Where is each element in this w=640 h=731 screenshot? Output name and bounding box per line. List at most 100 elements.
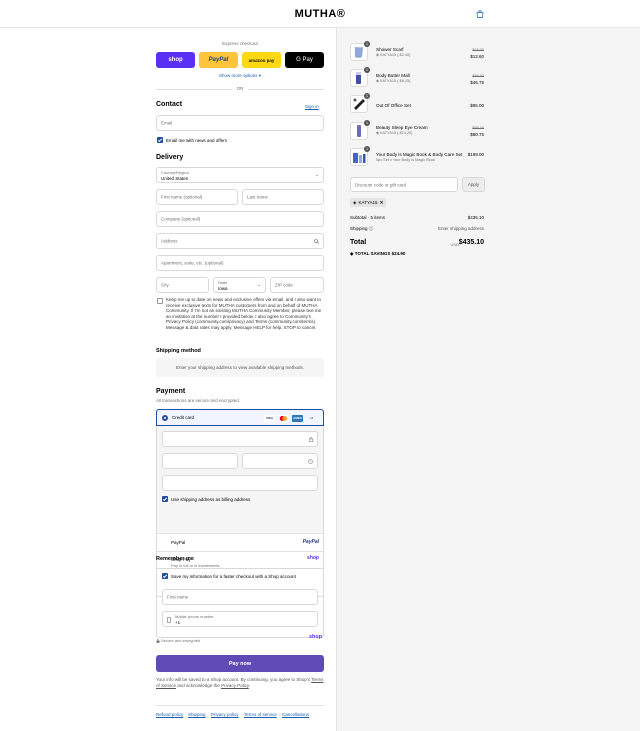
order-summary: 1 Shower Scarf ◈ KATYA15 (-$2.40) $16.00…	[336, 28, 640, 731]
shipping-method-notice: Enter your shipping address to view avai…	[156, 358, 324, 377]
more-cards-badge: +5	[309, 415, 314, 420]
original-price: $16.00	[472, 48, 484, 52]
remember-first-name-field[interactable]: First name	[162, 589, 318, 605]
paypal-logo: PayPal	[302, 539, 319, 545]
help-icon[interactable]: ?	[308, 459, 313, 464]
product-thumbnail: 1	[350, 146, 370, 166]
delivery-heading: Delivery	[156, 154, 184, 161]
product-discount: ◈ KATYA15 (-$2.40)	[376, 53, 411, 57]
credit-card-option[interactable]: Credit card VISA AMEX +5	[156, 409, 324, 426]
amazon-pay-button[interactable]: amazon pay	[242, 52, 281, 68]
shop-pay-button[interactable]: shop	[156, 52, 195, 68]
save-info-label: Save my information for a faster checkou…	[171, 573, 296, 579]
product-name: Out Of Office Set	[376, 103, 411, 108]
subtotal-value: $435.10	[467, 215, 484, 220]
product-thumbnail: 1	[350, 93, 370, 113]
header: MUTHA®	[0, 0, 640, 28]
original-price: $55.00	[472, 74, 484, 78]
original-price: $95.00	[472, 126, 484, 130]
amex-icon: AMEX	[292, 414, 303, 422]
or-divider-text: OR	[236, 86, 244, 91]
radio-selected[interactable]	[162, 415, 168, 421]
store-logo[interactable]: MUTHA®	[0, 8, 640, 20]
shop-pay-logo: shop	[307, 555, 319, 561]
divider	[156, 89, 232, 90]
sign-in-link[interactable]: Sign in	[305, 104, 319, 110]
paypal-button[interactable]: PayPal	[199, 52, 238, 68]
sms-consent-checkbox[interactable]	[157, 298, 163, 304]
product-discount: ◈ KATYA15 (-$8.25)	[376, 79, 411, 83]
company-field[interactable]: Company (optional)	[156, 211, 324, 227]
mastercard-icon	[278, 414, 289, 422]
product-name: Your Body is Magic Book & Body Care Set	[376, 152, 463, 157]
info-icon[interactable]: ⓘ	[369, 226, 374, 231]
expiry-field[interactable]	[162, 453, 238, 469]
first-name-field[interactable]: First name (optional)	[156, 189, 238, 205]
paypal-option[interactable]: PayPal PayPal	[157, 534, 323, 551]
total-savings: ◈ TOTAL SAVINGS $24.90	[350, 251, 406, 256]
mobile-phone-field[interactable]: Mobile phone number +1	[162, 611, 318, 627]
product-name: Shower Scarf	[376, 47, 404, 52]
card-number-field[interactable]	[162, 431, 318, 447]
state-select[interactable]: State Iowa ⌄	[213, 277, 266, 293]
shipping-label: Shipping ⓘ	[350, 226, 374, 231]
billing-address-label: Use shipping address as billing address	[171, 496, 251, 502]
subtotal-label: Subtotal · 5 items	[350, 215, 386, 220]
city-field[interactable]: City	[156, 277, 209, 293]
email-field[interactable]: Email	[156, 115, 324, 131]
security-code-field[interactable]: ?	[242, 453, 318, 469]
applied-discount-tag: ◈ KATYA15 ✕	[350, 198, 387, 207]
payment-subtitle: All transactions are secure and encrypte…	[156, 398, 241, 403]
footer-cancellations[interactable]: Cancellations	[282, 712, 309, 718]
shopping-bag-icon[interactable]	[476, 10, 484, 18]
privacy-link[interactable]: Privacy Policy	[221, 683, 249, 688]
discount-code-field[interactable]: Discount code or gift card	[350, 177, 458, 192]
zip-field[interactable]: ZIP code	[270, 277, 324, 293]
footer-terms-of-service[interactable]: Terms of service	[244, 712, 277, 718]
legal-text: Your info will be saved to a Shop accoun…	[156, 677, 324, 688]
footer-privacy-policy[interactable]: Privacy policy	[211, 712, 239, 718]
product-discount: ◈ KATYA15 (-$14.25)	[376, 131, 413, 135]
chevron-down-icon: ▾	[258, 73, 262, 78]
phone-icon	[167, 616, 171, 623]
product-name: Beauty Sleep Eye Cream	[376, 125, 428, 130]
product-price: $13.60	[470, 54, 484, 59]
quantity-badge: 1	[364, 146, 370, 152]
product-thumbnail: 1	[350, 120, 370, 140]
express-checkout-title: Express checkout	[222, 41, 258, 46]
product-thumbnail: 1	[350, 67, 370, 87]
name-on-card-field[interactable]	[162, 475, 318, 491]
news-checkbox[interactable]	[157, 137, 163, 143]
country-select[interactable]: Country/Region United States ⌄	[156, 167, 324, 183]
chevron-down-icon: ⌄	[257, 282, 261, 287]
checkout-form: Express checkout shop PayPal amazon pay …	[0, 28, 336, 731]
apartment-field[interactable]: Apartment, suite, etc. (optional)	[156, 255, 324, 271]
total-value: $435.10	[458, 239, 484, 246]
news-label: Email me with news and offers	[166, 137, 227, 143]
quantity-badge: 1	[364, 41, 370, 47]
divider	[156, 705, 324, 706]
product-price: $95.00	[470, 103, 484, 108]
product-price: $80.75	[470, 132, 484, 137]
secure-label: Secure and encrypted	[161, 638, 201, 643]
footer-refund-policy[interactable]: Refund policy	[156, 712, 183, 718]
remove-discount-icon[interactable]: ✕	[380, 200, 384, 206]
product-variant: 5pc Set x Your Body is Magic Book	[376, 158, 435, 162]
footer-shipping[interactable]: Shipping	[188, 712, 206, 718]
tag-icon: ◈	[350, 251, 354, 256]
quantity-badge: 1	[364, 93, 370, 99]
billing-address-checkbox[interactable]	[162, 496, 168, 502]
lock-icon	[309, 437, 313, 442]
total-label: Total	[350, 239, 367, 246]
pay-now-button[interactable]: Pay now	[156, 655, 324, 672]
google-pay-button[interactable]: G Pay	[285, 52, 324, 68]
show-more-options-link[interactable]: Show more options ▾	[156, 73, 324, 79]
apply-discount-button[interactable]: Apply	[462, 177, 485, 192]
shop-logo: shop	[309, 634, 323, 640]
address-field[interactable]: Address	[156, 233, 324, 249]
contact-heading: Contact	[156, 101, 183, 108]
shipping-value: Enter shipping address	[437, 226, 484, 231]
last-name-field[interactable]: Last name	[242, 189, 324, 205]
chevron-down-icon: ⌄	[315, 172, 319, 177]
save-info-checkbox[interactable]	[162, 573, 168, 579]
